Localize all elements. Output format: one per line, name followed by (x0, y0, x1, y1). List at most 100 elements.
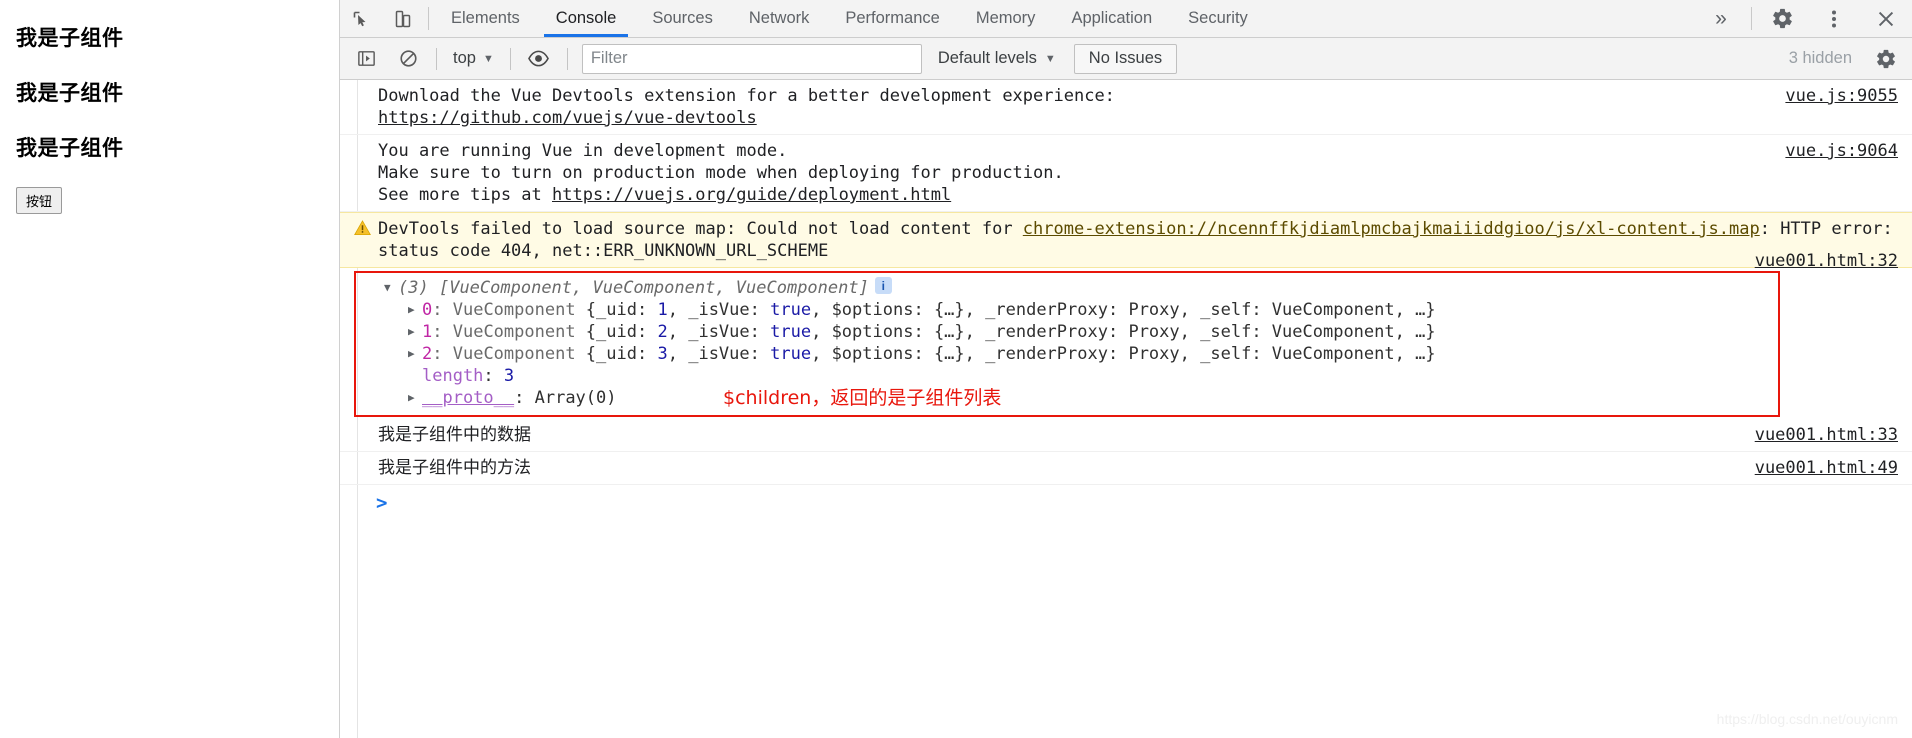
toolbar-divider-2 (509, 47, 511, 70)
message-source-link[interactable]: vue001.html:49 (1755, 457, 1898, 479)
array-header-row[interactable]: ▼ (3) [VueComponent, VueComponent, VueCo… (378, 277, 1898, 299)
page-heading-2: 我是子组件 (16, 81, 124, 105)
console-message-vue-devtools[interactable]: Download the Vue Devtools extension for … (340, 80, 1912, 135)
console-message-dev-mode[interactable]: You are running Vue in development mode.… (340, 135, 1912, 212)
item-index: 2 (422, 344, 433, 364)
chevron-down-icon: ▼ (482, 52, 494, 65)
array-item-row[interactable]: ▶ 2: VueComponent {_uid: 3, _isVue: true… (378, 343, 1898, 365)
tabbar-spacer (1266, 0, 1695, 37)
console-toolbar: top ▼ Default levels ▼ No Issues 3 hidde… (340, 38, 1912, 80)
expand-triangle-icon[interactable]: ▶ (408, 343, 422, 365)
console-message-child-data[interactable]: 我是子组件中的数据 vue001.html:33 (340, 419, 1912, 452)
console-prompt-row[interactable]: > (340, 485, 1912, 521)
length-value: 3 (503, 366, 515, 386)
item-index: 1 (422, 322, 433, 342)
log-levels-label: Default levels (937, 49, 1037, 67)
item-isvue-key: _isVue (688, 344, 750, 364)
console-settings-gear-icon[interactable] (1866, 44, 1906, 74)
clear-console-icon[interactable] (388, 44, 428, 74)
gear-icon[interactable] (1756, 0, 1808, 37)
message-text: DevTools failed to load source map: Coul… (378, 218, 1898, 262)
issues-button[interactable]: No Issues (1073, 43, 1178, 74)
item-ellipsis: …} (1415, 300, 1436, 320)
item-uid-value: 3 (657, 344, 668, 364)
item-self-value: VueComponent (1271, 322, 1395, 342)
console-message-source-map-warning[interactable]: DevTools failed to load source map: Coul… (340, 212, 1912, 268)
execution-context-label: top (453, 49, 476, 67)
expand-triangle-icon[interactable]: ▶ (408, 299, 422, 321)
log-levels-selector[interactable]: Default levels ▼ (938, 49, 1056, 68)
tabbar-divider-right (1751, 7, 1752, 30)
array-proto-row[interactable]: ▶ __proto__: Array(0) $children，返回的是子组件列… (378, 387, 1898, 409)
item-proxy-key: _renderProxy (985, 322, 1108, 342)
array-expansion-rows: ▼ (3) [VueComponent, VueComponent, VueCo… (378, 268, 1898, 419)
expand-triangle-open-icon[interactable]: ▼ (384, 277, 398, 299)
three-dot-menu-icon[interactable] (1808, 0, 1860, 37)
item-options-key: $options (831, 322, 914, 342)
item-options-key: $options (831, 344, 914, 364)
expand-triangle-icon[interactable]: ▶ (408, 321, 422, 343)
message-text: 我是子组件中的数据 (378, 425, 531, 445)
tabbar-actions: » (1695, 0, 1912, 37)
tab-elements[interactable]: Elements (433, 0, 538, 37)
tab-security[interactable]: Security (1170, 0, 1266, 37)
execution-context-selector[interactable]: top ▼ (445, 49, 502, 68)
tab-sources[interactable]: Sources (634, 0, 731, 37)
tab-application[interactable]: Application (1053, 0, 1170, 37)
item-constructor: VueComponent (452, 300, 576, 320)
console-message-children-array[interactable]: vue001.html:32 ▼ (3) [VueComponent, VueC… (340, 251, 1912, 419)
group-source-link[interactable]: vue001.html:32 (1755, 250, 1898, 272)
expand-triangle-icon-proto[interactable]: ▶ (408, 387, 422, 409)
hidden-messages-count: 3 hidden (1788, 49, 1852, 67)
array-length-row: length: 3 (422, 366, 515, 386)
message-source-link[interactable]: vue.js:9064 (1785, 140, 1898, 162)
devtools-tab-list: Elements Console Sources Network Perform… (433, 0, 1266, 37)
item-constructor: VueComponent (452, 322, 576, 342)
inspect-cursor-icon[interactable] (340, 0, 382, 37)
message-link[interactable]: https://github.com/vuejs/vue-devtools (378, 108, 757, 128)
item-self-key: _self (1200, 344, 1252, 364)
tabbar-divider (428, 7, 429, 30)
close-icon[interactable] (1860, 0, 1912, 37)
tab-memory[interactable]: Memory (958, 0, 1054, 37)
item-uid-key: _uid (596, 300, 637, 320)
item-proxy-value: Proxy (1128, 344, 1180, 364)
filter-input-wrapper[interactable] (581, 43, 922, 74)
message-link[interactable]: chrome-extension://ncennffkjdiamlpmcbajk… (1023, 219, 1760, 239)
filter-input[interactable] (590, 49, 913, 68)
item-options-value: {…} (933, 344, 965, 364)
console-message-child-method[interactable]: 我是子组件中的方法 vue001.html:49 (340, 452, 1912, 485)
item-ellipsis: …} (1415, 322, 1436, 342)
proto-key[interactable]: __proto__ (422, 387, 514, 409)
item-isvue-value: true (770, 300, 812, 320)
toolbar-divider-1 (436, 47, 437, 70)
array-preview: [VueComponent, VueComponent, VueComponen… (438, 278, 869, 298)
item-constructor: VueComponent (452, 344, 576, 364)
console-message-list[interactable]: Download the Vue Devtools extension for … (340, 80, 1912, 738)
page-action-button[interactable]: 按钮 (16, 187, 63, 214)
tab-network[interactable]: Network (731, 0, 828, 37)
live-expression-icon[interactable] (519, 44, 559, 74)
array-item-row[interactable]: ▶ 1: VueComponent {_uid: 2, _isVue: true… (378, 321, 1898, 343)
devtools-panel: Elements Console Sources Network Perform… (340, 0, 1912, 738)
item-self-value: VueComponent (1271, 300, 1395, 320)
item-options-value: {…} (933, 322, 965, 342)
item-options-value: {…} (933, 300, 965, 320)
tab-performance[interactable]: Performance (827, 0, 957, 37)
prompt-chevron-icon: > (376, 492, 388, 514)
more-tabs-chevron-icon[interactable]: » (1695, 0, 1747, 37)
array-item-row[interactable]: ▶ 0: VueComponent {_uid: 1, _isVue: true… (378, 299, 1898, 321)
device-toolbar-icon[interactable] (382, 0, 424, 37)
message-text: 我是子组件中的方法 (378, 458, 531, 478)
message-link[interactable]: https://vuejs.org/guide/deployment.html (552, 185, 951, 205)
info-badge-icon[interactable]: i (874, 277, 892, 294)
message-source-link[interactable]: vue.js:9055 (1785, 85, 1898, 107)
warning-triangle-icon (354, 220, 371, 236)
array-space (429, 277, 439, 299)
item-uid-value: 2 (657, 322, 668, 342)
tab-console[interactable]: Console (538, 0, 635, 37)
message-source-link[interactable]: vue001.html:33 (1755, 424, 1898, 446)
item-isvue-value: true (770, 344, 812, 364)
item-proxy-value: Proxy (1128, 300, 1180, 320)
console-sidebar-icon[interactable] (346, 44, 386, 74)
